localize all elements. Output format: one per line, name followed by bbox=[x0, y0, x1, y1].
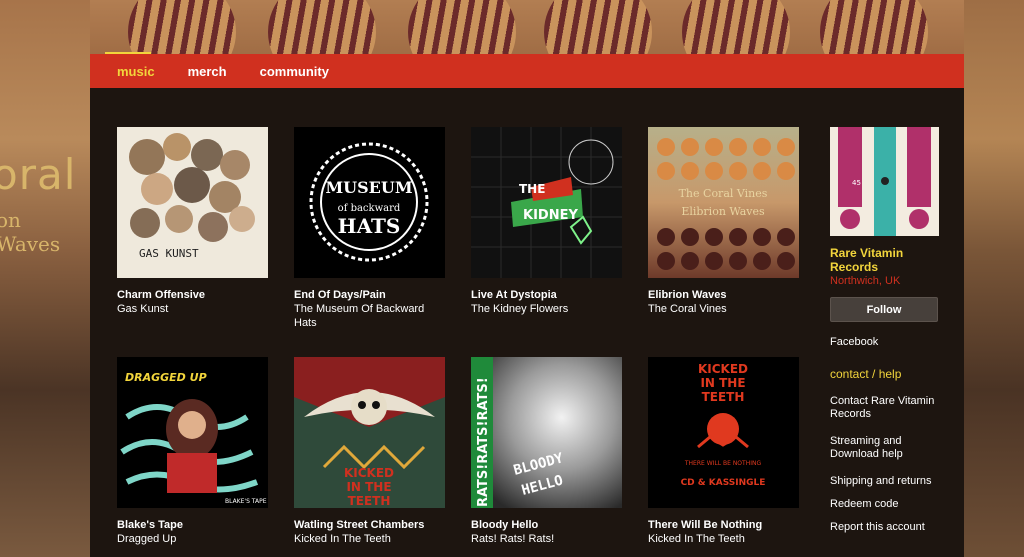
help-heading: contact / help bbox=[830, 367, 902, 381]
header-banner bbox=[90, 0, 964, 54]
facebook-link[interactable]: Facebook bbox=[830, 336, 940, 349]
svg-text:Elibrion Waves: Elibrion Waves bbox=[681, 205, 765, 218]
release-title[interactable]: Charm Offensive bbox=[117, 288, 269, 302]
release-item[interactable]: MUSEUM of backward HATS End Of Days/Pain… bbox=[294, 127, 446, 330]
banner-disc bbox=[820, 0, 928, 54]
svg-text:of backward: of backward bbox=[338, 203, 401, 214]
banner-disc bbox=[268, 0, 376, 54]
release-title[interactable]: Live At Dystopia bbox=[471, 288, 623, 302]
svg-text:45: 45 bbox=[852, 179, 861, 187]
release-artist[interactable]: Kicked In The Teeth bbox=[294, 532, 446, 546]
label-sidebar: 45 Rare Vitamin Records Northwich, UK Fo… bbox=[830, 127, 940, 534]
svg-text:KICKED: KICKED bbox=[344, 466, 394, 480]
release-item[interactable]: KICKED IN THE TEETH Watling Street Chamb… bbox=[294, 357, 446, 546]
release-item[interactable]: THE KIDNEY Live At Dystopia The Kidney F… bbox=[471, 127, 623, 316]
backdrop-right bbox=[964, 0, 1024, 557]
release-item[interactable]: GAS KUNST Charm Offensive Gas Kunst bbox=[117, 127, 269, 316]
nav-merch[interactable]: merch bbox=[188, 64, 227, 79]
release-title[interactable]: Watling Street Chambers bbox=[294, 518, 446, 532]
album-cover[interactable]: KICKED IN THE TEETH THERE WILL BE NOTHIN… bbox=[648, 357, 799, 508]
follow-button[interactable]: Follow bbox=[830, 297, 938, 322]
svg-text:TEETH: TEETH bbox=[348, 494, 391, 508]
album-cover[interactable]: GAS KUNST bbox=[117, 127, 268, 278]
album-cover[interactable]: MUSEUM of backward HATS bbox=[294, 127, 445, 278]
contact-link[interactable]: Contact Rare Vitamin Records bbox=[830, 395, 940, 421]
release-artist[interactable]: Dragged Up bbox=[117, 532, 269, 546]
svg-text:IN THE: IN THE bbox=[700, 376, 745, 390]
album-cover[interactable]: KICKED IN THE TEETH bbox=[294, 357, 445, 508]
svg-text:RATS!RATS!RATS!: RATS!RATS!RATS! bbox=[476, 377, 491, 507]
svg-text:DRAGGED UP: DRAGGED UP bbox=[125, 371, 207, 384]
label-logo[interactable]: 45 bbox=[830, 127, 939, 236]
svg-text:THE: THE bbox=[519, 182, 545, 196]
release-artist[interactable]: The Coral Vines bbox=[648, 302, 800, 316]
label-location: Northwich, UK bbox=[830, 275, 901, 287]
svg-text:KICKED: KICKED bbox=[698, 362, 748, 376]
banner-disc bbox=[408, 0, 516, 54]
svg-text:IN THE: IN THE bbox=[346, 480, 391, 494]
release-artist[interactable]: Gas Kunst bbox=[117, 302, 269, 316]
album-cover[interactable]: RATS!RATS!RATS! BLOODY HELLO bbox=[471, 357, 622, 508]
nav-music[interactable]: music bbox=[105, 51, 155, 79]
redeem-link[interactable]: Redeem code bbox=[830, 498, 940, 511]
release-title[interactable]: Bloody Hello bbox=[471, 518, 623, 532]
nav-community[interactable]: community bbox=[260, 64, 329, 79]
backdrop-text-2: on Waves bbox=[0, 208, 61, 256]
release-artist[interactable]: Rats! Rats! Rats! bbox=[471, 532, 623, 546]
release-title[interactable]: Blake's Tape bbox=[117, 518, 269, 532]
svg-text:CD & KASSINGLE: CD & KASSINGLE bbox=[681, 478, 766, 488]
nav-bar: music merch community bbox=[90, 51, 964, 88]
main-panel: GAS KUNST Charm Offensive Gas Kunst MUSE… bbox=[90, 88, 964, 557]
release-item[interactable]: RATS!RATS!RATS! BLOODY HELLO Bloody Hell… bbox=[471, 357, 623, 546]
cover-text: GAS KUNST bbox=[139, 247, 199, 260]
svg-text:KIDNEY: KIDNEY bbox=[523, 208, 578, 223]
release-item[interactable]: DRAGGED UP BLAKE'S TAPE Blake's Tape Dra… bbox=[117, 357, 269, 546]
svg-text:The Coral Vines: The Coral Vines bbox=[679, 187, 768, 200]
release-title[interactable]: End Of Days/Pain bbox=[294, 288, 446, 302]
label-name[interactable]: Rare Vitamin Records bbox=[830, 246, 940, 274]
svg-text:TEETH: TEETH bbox=[702, 390, 745, 404]
shipping-link[interactable]: Shipping and returns bbox=[830, 475, 940, 488]
release-artist[interactable]: The Kidney Flowers bbox=[471, 302, 623, 316]
report-link[interactable]: Report this account bbox=[830, 521, 940, 534]
release-title[interactable]: There Will Be Nothing bbox=[648, 518, 800, 532]
release-title[interactable]: Elibrion Waves bbox=[648, 288, 800, 302]
release-item[interactable]: The Coral Vines Elibrion Waves Elibrion … bbox=[648, 127, 800, 316]
album-cover[interactable]: The Coral Vines Elibrion Waves bbox=[648, 127, 799, 278]
album-cover[interactable]: DRAGGED UP BLAKE'S TAPE bbox=[117, 357, 268, 508]
banner-disc bbox=[544, 0, 652, 54]
backdrop-text: oral bbox=[0, 150, 77, 199]
banner-disc bbox=[682, 0, 790, 54]
svg-text:MUSEUM: MUSEUM bbox=[325, 178, 412, 197]
svg-text:THERE WILL BE NOTHING: THERE WILL BE NOTHING bbox=[684, 460, 762, 467]
album-cover[interactable]: THE KIDNEY bbox=[471, 127, 622, 278]
release-item[interactable]: KICKED IN THE TEETH THERE WILL BE NOTHIN… bbox=[648, 357, 800, 546]
streaming-help-link[interactable]: Streaming and Download help bbox=[830, 435, 940, 461]
svg-text:BLAKE'S TAPE: BLAKE'S TAPE bbox=[225, 498, 267, 505]
banner-disc bbox=[128, 0, 236, 54]
svg-text:HATS: HATS bbox=[338, 214, 401, 238]
release-artist[interactable]: Kicked In The Teeth bbox=[648, 532, 800, 546]
backdrop-left: oral on Waves bbox=[0, 0, 90, 557]
release-artist[interactable]: The Museum Of Backward Hats bbox=[294, 302, 446, 330]
